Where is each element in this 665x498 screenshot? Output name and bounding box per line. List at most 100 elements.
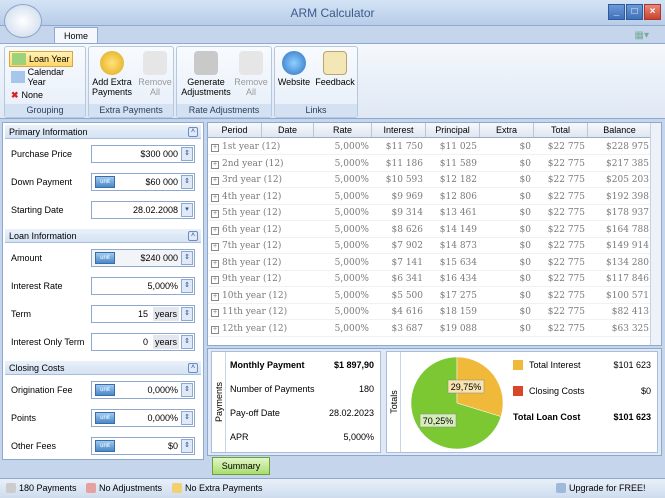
col-balance[interactable]: Balance [588, 123, 652, 137]
starting-date-field[interactable]: 28.02.2008 ▾ [91, 201, 195, 219]
tab-summary[interactable]: Summary [212, 457, 270, 475]
maximize-button[interactable]: □ [626, 4, 643, 20]
remove-all-adjustments-button[interactable]: Remove All [229, 51, 273, 97]
expand-icon[interactable]: + [211, 144, 219, 152]
table-row[interactable]: +3rd year (12) 5,000% $10 593 $12 182 $0 $22 … [208, 172, 661, 188]
calendar-icon [6, 483, 16, 493]
unit-icon[interactable]: unit [95, 384, 115, 396]
extra-payments-group: Add Extra Payments Remove All Extra Paym… [88, 46, 174, 118]
table-row[interactable]: +12th year (12) 5,000% $3 687 $19 088 $0 $22 … [208, 321, 661, 337]
other-fees-field[interactable]: unit $0 ⇕ [91, 437, 195, 455]
origination-fee-field[interactable]: unit 0,000% ⇕ [91, 381, 195, 399]
grouping-loan-year[interactable]: Loan Year [9, 51, 73, 67]
spin-icon[interactable]: ⇕ [181, 251, 193, 265]
spin-icon[interactable]: ⇕ [181, 175, 193, 189]
loan-info-header[interactable]: Loan Information ˄ [5, 229, 201, 243]
amount-field[interactable]: unit $240 000 ⇕ [91, 249, 195, 267]
table-row[interactable]: +2nd year (12) 5,000% $11 186 $11 589 $0 $22 … [208, 156, 661, 172]
unit-icon[interactable]: unit [95, 412, 115, 424]
interest-swatch-icon [513, 360, 523, 370]
grid-cell: $82 413 [611, 307, 649, 317]
interest-rate-field[interactable]: 5,000% ⇕ [91, 277, 195, 295]
minimize-button[interactable]: _ [608, 4, 625, 20]
spin-icon[interactable]: ⇕ [181, 439, 193, 453]
collapse-icon[interactable]: ˄ [188, 363, 198, 373]
table-row[interactable]: +11th year (12) 5,000% $4 616 $18 159 $0 $22 … [208, 304, 661, 320]
primary-info-header[interactable]: Primary Information ˄ [5, 125, 201, 139]
close-button[interactable]: × [644, 4, 661, 20]
expand-icon[interactable]: + [211, 226, 219, 235]
table-row[interactable]: +7th year (12) 5,000% $7 902 $14 873 $0 $22 7… [208, 238, 661, 254]
expand-icon[interactable]: + [211, 210, 219, 218]
col-extra[interactable]: Extra [480, 123, 534, 137]
grid-cell: 5,000% [334, 241, 369, 251]
expand-icon[interactable]: + [211, 325, 219, 334]
broom-icon [143, 51, 167, 75]
unit-icon[interactable]: unit [95, 252, 115, 264]
spin-icon[interactable]: ⇕ [181, 147, 193, 161]
expand-icon[interactable]: + [211, 160, 219, 169]
expand-icon[interactable]: + [211, 309, 219, 317]
table-row[interactable]: +4th year (12) 5,000% $9 969 $12 806 $0 $22 7… [208, 189, 661, 205]
col-date[interactable]: Date [262, 123, 314, 137]
expand-icon[interactable]: + [211, 177, 219, 185]
grid-cell: $228 975 [606, 142, 649, 152]
down-payment-field[interactable]: unit $60 000 ⇕ [91, 173, 195, 191]
expand-icon[interactable]: + [211, 259, 219, 268]
purchase-price-field[interactable]: $300 000 ⇕ [91, 145, 195, 163]
grid-scrollbar[interactable] [650, 123, 661, 345]
spin-icon[interactable]: ⇕ [181, 279, 193, 293]
col-principal[interactable]: Principal [426, 123, 480, 137]
spin-icon[interactable]: ⇕ [181, 335, 193, 349]
interest-only-term-field[interactable]: 0 years ⇕ [91, 333, 195, 351]
grid-cell: $0 [519, 224, 531, 235]
remove-all-extra-button[interactable]: Remove All [133, 51, 177, 97]
ribbon-style-icon[interactable]: ▦▾ [635, 30, 649, 41]
period-cell: 10th year (12) [222, 290, 288, 301]
expand-icon[interactable]: + [211, 292, 219, 301]
table-row[interactable]: +10th year (12) 5,000% $5 500 $17 275 $0 $22 … [208, 288, 661, 304]
expand-icon[interactable]: + [211, 243, 219, 251]
totals-pie-chart: 29,75% 70,25% [410, 356, 504, 450]
table-row[interactable]: +5th year (12) 5,000% $9 314 $13 461 $0 $22 7… [208, 205, 661, 221]
gears-percent-icon [194, 51, 218, 75]
points-field[interactable]: unit 0,000% ⇕ [91, 409, 195, 427]
period-cell: 8th year (12) [222, 257, 282, 268]
collapse-icon[interactable]: ˄ [188, 231, 198, 241]
spin-icon[interactable]: ⇕ [181, 383, 193, 397]
website-button[interactable]: Website [275, 51, 313, 87]
closing-costs-header[interactable]: Closing Costs ˄ [5, 361, 201, 375]
grid-cell: $22 775 [547, 307, 585, 317]
unit-icon[interactable]: unit [95, 440, 115, 452]
table-row[interactable]: +8th year (12) 5,000% $7 141 $15 634 $0 $22 7… [208, 255, 661, 271]
points-label: Points [11, 413, 37, 423]
period-cell: 5th year (12) [222, 208, 282, 218]
generate-adjustments-button[interactable]: Generate Adjustments [181, 51, 231, 97]
grouping-calendar-year[interactable]: Calendar Year [9, 67, 85, 87]
col-interest[interactable]: Interest [372, 123, 426, 137]
col-period[interactable]: Period [208, 123, 262, 137]
dropdown-icon[interactable]: ▾ [181, 203, 193, 217]
app-menu-button[interactable] [4, 4, 42, 38]
feedback-button[interactable]: Feedback [313, 51, 357, 87]
col-rate[interactable]: Rate [314, 123, 372, 137]
expand-icon[interactable]: + [211, 193, 219, 202]
table-row[interactable]: +9th year (12) 5,000% $6 341 $16 434 $0 $22 7… [208, 271, 661, 287]
amortization-grid[interactable]: Period Date Rate Interest Principal Extr… [207, 122, 662, 346]
unit-icon[interactable]: unit [95, 176, 115, 188]
interest-rate-label: Interest Rate [11, 281, 63, 291]
table-row[interactable]: +6th year (12) 5,000% $8 626 $14 149 $0 $22 7… [208, 222, 661, 238]
status-bar: 180 Payments No Adjustments No Extra Pay… [0, 478, 665, 498]
grouping-none[interactable]: ✖ None [9, 87, 45, 103]
tab-home[interactable]: Home [54, 27, 98, 44]
expand-icon[interactable]: + [211, 276, 219, 284]
add-extra-payments-button[interactable]: Add Extra Payments [90, 51, 134, 97]
period-cell: 3rd year (12) [222, 175, 283, 185]
table-row[interactable]: +1st year (12) 5,000% $11 750 $11 025 $0 $22 … [208, 139, 661, 155]
spin-icon[interactable]: ⇕ [181, 411, 193, 425]
col-total[interactable]: Total [534, 123, 588, 137]
upgrade-link[interactable]: Upgrade for FREE! [556, 483, 646, 493]
spin-icon[interactable]: ⇕ [181, 307, 193, 321]
term-field[interactable]: 15 years ⇕ [91, 305, 195, 323]
collapse-icon[interactable]: ˄ [188, 127, 198, 137]
